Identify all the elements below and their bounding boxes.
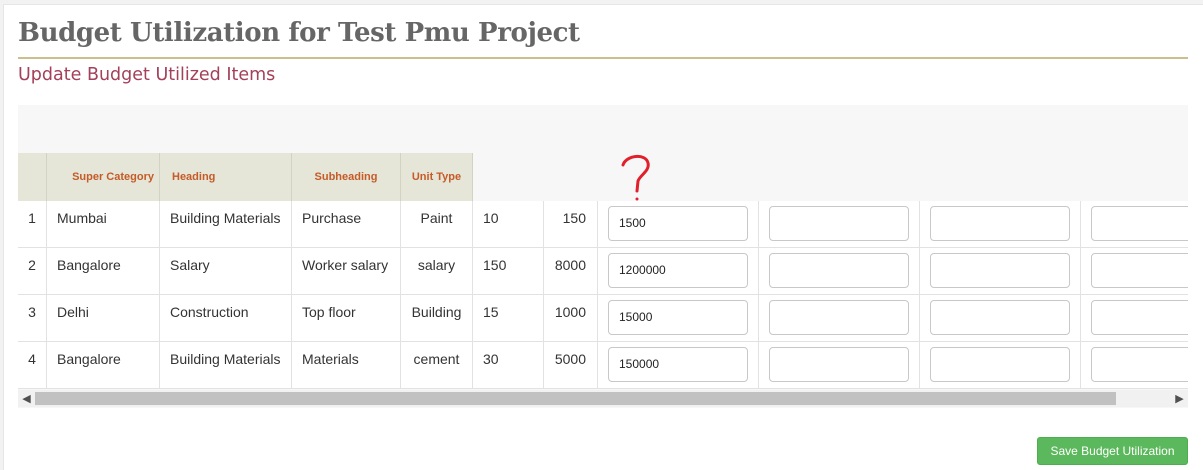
amount-cell: 1500 (598, 201, 759, 247)
quantity-cell: 10 (473, 201, 544, 247)
budget-input[interactable] (769, 253, 909, 288)
budget-input[interactable] (1091, 347, 1188, 382)
budget-input[interactable] (930, 347, 1070, 382)
unit-type-cell: Building (401, 295, 473, 341)
budget-input[interactable] (769, 206, 909, 241)
rate-cell: 1000 (544, 295, 598, 341)
rate-cell: 150 (544, 201, 598, 247)
scrollbar-thumb[interactable] (35, 392, 1116, 405)
horizontal-scrollbar[interactable]: ◀ ▶ (18, 390, 1188, 407)
budget-input[interactable] (1091, 206, 1188, 241)
subheading-cell: Worker salary (292, 248, 401, 294)
row-number: 1 (18, 201, 47, 247)
header-heading: Heading (160, 153, 292, 201)
unit-type-cell: cement (401, 342, 473, 388)
quantity-cell: 15 (473, 295, 544, 341)
budget-input[interactable] (1091, 300, 1188, 335)
amount-input[interactable]: 150000 (608, 347, 748, 382)
subheading-cell: Top floor (292, 295, 401, 341)
table-row: 4 Bangalore Building Materials Materials… (18, 342, 1188, 389)
row-number: 2 (18, 248, 47, 294)
super-category-cell: Delhi (47, 295, 160, 341)
unit-type-cell: salary (401, 248, 473, 294)
subheading-cell: Materials (292, 342, 401, 388)
budget-input[interactable] (769, 347, 909, 382)
quantity-cell: 150 (473, 248, 544, 294)
section-title: Update Budget Utilized Items (18, 65, 276, 85)
header-unit-type: Unit Type (401, 153, 473, 201)
heading-cell: Building Materials (160, 201, 292, 247)
subheading-cell: Purchase (292, 201, 401, 247)
input-cell (920, 248, 1081, 294)
question-mark-annotation (621, 155, 650, 201)
budget-input[interactable] (930, 206, 1070, 241)
input-cell (1081, 201, 1188, 247)
budget-input[interactable] (930, 253, 1070, 288)
input-cell (759, 201, 920, 247)
chevron-right-icon[interactable]: ▶ (1171, 390, 1188, 407)
amount-cell: 150000 (598, 342, 759, 388)
budget-input[interactable] (1091, 253, 1188, 288)
input-cell (1081, 295, 1188, 341)
input-cell (920, 295, 1081, 341)
table-row: 2 Bangalore Salary Worker salary salary … (18, 248, 1188, 295)
input-cell (920, 342, 1081, 388)
super-category-cell: Bangalore (47, 342, 160, 388)
table-row: 3 Delhi Construction Top floor Building … (18, 295, 1188, 342)
table-row: 1 Mumbai Building Materials Purchase Pai… (18, 201, 1188, 248)
save-budget-utilization-button[interactable]: Save Budget Utilization (1037, 437, 1188, 465)
unit-type-cell: Paint (401, 201, 473, 247)
budget-input[interactable] (769, 300, 909, 335)
amount-input[interactable]: 15000 (608, 300, 748, 335)
rate-cell: 8000 (544, 248, 598, 294)
input-cell (759, 295, 920, 341)
heading-cell: Salary (160, 248, 292, 294)
amount-cell: 15000 (598, 295, 759, 341)
rate-cell: 5000 (544, 342, 598, 388)
quantity-cell: 30 (473, 342, 544, 388)
input-cell (759, 248, 920, 294)
page-title: Budget Utilization for Test Pmu Project (18, 18, 580, 48)
super-category-cell: Mumbai (47, 201, 160, 247)
input-cell (759, 342, 920, 388)
header-super-category: Super Category (47, 153, 160, 201)
input-cell (1081, 248, 1188, 294)
super-category-cell: Bangalore (47, 248, 160, 294)
budget-input[interactable] (930, 300, 1070, 335)
heading-cell: Construction (160, 295, 292, 341)
amount-input[interactable]: 1500 (608, 206, 748, 241)
amount-input[interactable]: 1200000 (608, 253, 748, 288)
heading-cell: Building Materials (160, 342, 292, 388)
budget-items-table: Super Category Heading Subheading Unit T… (18, 105, 1188, 408)
header-cell-number (18, 153, 47, 201)
header-subheading: Subheading (292, 153, 401, 201)
row-number: 3 (18, 295, 47, 341)
amount-cell: 1200000 (598, 248, 759, 294)
chevron-left-icon[interactable]: ◀ (18, 390, 35, 407)
input-cell (920, 201, 1081, 247)
title-divider (18, 57, 1188, 59)
input-cell (1081, 342, 1188, 388)
row-number: 4 (18, 342, 47, 388)
